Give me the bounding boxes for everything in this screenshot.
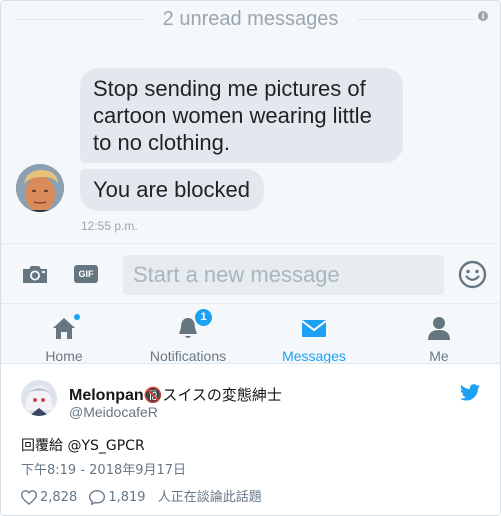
anime-avatar-icon [21,380,57,416]
tab-messages-label: Messages [282,348,346,364]
tab-me-label: Me [429,348,449,364]
message-timestamp: 12:55 p.m. [81,219,138,233]
reply-action[interactable]: 1,819 [89,490,146,505]
display-name-text: Melonpan [69,387,144,404]
reply-to-line: 回覆給 @YS_GPCR [21,438,145,454]
message-bubble: Stop sending me pictures of cartoon wome… [80,68,403,163]
like-action[interactable]: 2,828 [21,490,77,505]
twitter-bird-icon[interactable] [460,384,480,401]
bottom-tab-bar: Home 1 Notifications Messages Me [1,303,500,364]
tab-notifications[interactable]: 1 Notifications [133,304,243,364]
direct-message-screen: 2 unread messages i Stop sending me pict… [1,1,500,364]
like-count: 2,828 [40,490,78,505]
tab-home-label: Home [45,348,83,364]
notification-badge: 1 [195,309,212,326]
unread-banner: 2 unread messages [150,8,351,30]
reply-count: 1,819 [108,490,146,505]
tweet-actions: 2,828 1,819 人正在談論此話題 [21,486,262,506]
tweet-card: Melonpan🔞スイスの変態紳士 @MeidocafeR 回覆給 @YS_GP… [1,363,500,515]
info-icon[interactable]: i [478,11,488,21]
message-composer: GIF [1,243,500,304]
camera-icon[interactable] [21,263,49,285]
tweet-handle[interactable]: @MeidocafeR [69,404,158,420]
sender-avatar[interactable] [16,164,64,212]
comment-icon [89,490,106,505]
tab-me[interactable]: Me [401,304,477,364]
envelope-icon [301,320,327,337]
unread-divider: 2 unread messages [1,7,500,31]
avatar-face-icon [16,164,64,212]
tweet-author-avatar[interactable] [21,380,57,416]
person-icon [428,317,450,340]
tweet-timestamp[interactable]: 下午8:19 - 2018年9月17日 [21,459,186,478]
gif-icon[interactable]: GIF [74,265,98,283]
heart-icon [21,490,37,505]
emoji-icon[interactable] [458,260,487,289]
new-message-input[interactable] [123,255,444,295]
tab-messages[interactable]: Messages [266,304,362,364]
tab-notifications-label: Notifications [149,348,227,364]
tweet-display-name[interactable]: Melonpan🔞スイスの変態紳士 [69,384,282,405]
screenshot-frame: 2 unread messages i Stop sending me pict… [0,0,501,516]
display-name-suffix: スイスの変態紳士 [162,386,282,404]
tab-home[interactable]: Home [23,304,105,364]
message-bubble: You are blocked [80,169,264,211]
name-emoji: 🔞 [143,386,163,404]
new-content-dot [74,314,80,320]
talking-about-label: 人正在談論此話題 [157,490,262,505]
